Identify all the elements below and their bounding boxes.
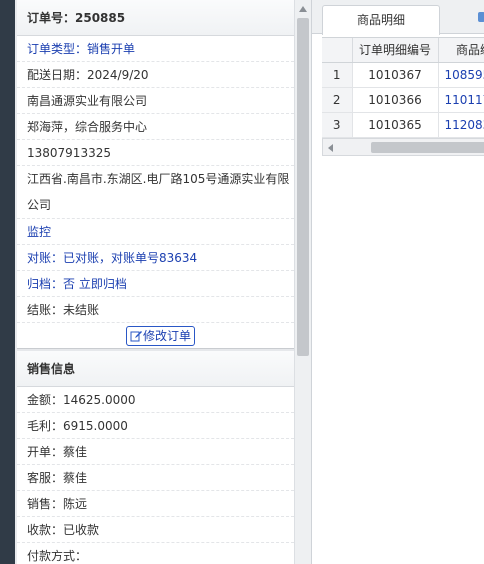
- phone-number: 13807913325: [17, 140, 294, 166]
- next-tab-icon[interactable]: [478, 12, 484, 22]
- table-row[interactable]: 1 1010367 108595: [322, 62, 484, 88]
- detail-id-cell: 1010365: [352, 112, 439, 138]
- edit-order-row: 修改订单: [17, 323, 294, 349]
- grid-scroll-thumb[interactable]: [371, 142, 484, 153]
- grid-header-row: 订单明细编号 商品编号: [322, 38, 484, 63]
- row-number: 3: [322, 112, 353, 138]
- order-number-header: 订单号：250885: [17, 0, 294, 36]
- delivery-date: 配送日期：2024/9/20: [17, 62, 294, 88]
- order-info-panel: 订单号：250885 订单类型：销售开单 配送日期：2024/9/20 南昌通源…: [15, 0, 311, 564]
- product-detail-grid: 订单明细编号 商品编号 1 1010367 108595 2 1010366 1…: [322, 37, 484, 138]
- company-name: 南昌通源实业有限公司: [17, 88, 294, 114]
- sales-amount: 金额：14625.0000: [17, 387, 294, 413]
- table-row[interactable]: 2 1010366 110117: [322, 87, 484, 113]
- left-scrollbar[interactable]: [294, 0, 311, 564]
- product-id-link[interactable]: 110117: [438, 87, 484, 113]
- monitor-link[interactable]: 监控: [17, 219, 294, 245]
- row-number: 2: [322, 87, 353, 113]
- edit-order-label: 修改订单: [142, 329, 191, 343]
- contact-person: 郑海萍，综合服务中心: [17, 114, 294, 140]
- product-id-header[interactable]: 商品编号: [438, 38, 484, 63]
- gross-profit: 毛利：6915.0000: [17, 413, 294, 439]
- row-number-header: [322, 38, 353, 63]
- product-detail-panel: 商品明细 订单明细编号 商品编号 1 1010367 108595 2: [311, 0, 484, 564]
- settlement-status: 结账：未结账: [17, 297, 294, 323]
- tab-product-detail[interactable]: 商品明细: [322, 5, 440, 35]
- table-row[interactable]: 3 1010365 112083: [322, 112, 484, 138]
- detail-tabbar: 商品明细: [312, 0, 484, 35]
- customer-service: 客服：蔡佳: [17, 465, 294, 491]
- delivery-address: 江西省.南昌市.东湖区.电厂路105号通源实业有限公司: [17, 166, 294, 219]
- payment-method: 付款方式：: [17, 543, 294, 564]
- product-id-link[interactable]: 108595: [438, 62, 484, 88]
- order-creator: 开单：蔡佳: [17, 439, 294, 465]
- edit-icon: [130, 329, 142, 342]
- sales-info-header: 销售信息: [17, 351, 294, 387]
- product-id-link[interactable]: 112083: [438, 112, 484, 138]
- left-scroll-thumb[interactable]: [297, 18, 309, 356]
- salesperson: 销售：陈远: [17, 491, 294, 517]
- arrow-left-icon[interactable]: [328, 144, 333, 152]
- grid-horizontal-scrollbar[interactable]: [322, 138, 484, 156]
- payment-status: 收款：已收款: [17, 517, 294, 543]
- edit-order-button[interactable]: 修改订单: [125, 326, 195, 346]
- reconciliation-status[interactable]: 对账：已对账，对账单号83634: [17, 245, 294, 271]
- row-number: 1: [322, 62, 353, 88]
- app-sidebar-strip: [0, 0, 15, 564]
- arrow-up-icon[interactable]: [299, 6, 307, 12]
- order-type: 订单类型：销售开单: [17, 36, 294, 62]
- archive-status[interactable]: 归档：否 立即归档: [17, 271, 294, 297]
- detail-id-cell: 1010366: [352, 87, 439, 113]
- detail-id-cell: 1010367: [352, 62, 439, 88]
- order-info-content: 订单号：250885 订单类型：销售开单 配送日期：2024/9/20 南昌通源…: [17, 0, 294, 564]
- detail-id-header[interactable]: 订单明细编号: [352, 38, 439, 63]
